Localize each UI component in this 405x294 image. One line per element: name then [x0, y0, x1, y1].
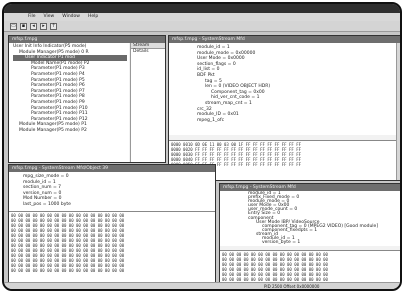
menu-file[interactable]: File	[28, 13, 36, 21]
tree-item[interactable]: mpeg_1_ofc	[197, 118, 393, 124]
app-frame: File View Window Help ▭ ▪ ◂ ▸ ↑ mfsp.f.m…	[2, 2, 402, 291]
tree-pane[interactable]: mpg_size_mode = 0 module_id = 1 section_…	[9, 172, 215, 212]
menu-view[interactable]: View	[44, 13, 55, 21]
forward-icon[interactable]: ▸	[40, 23, 47, 30]
system-stream-window[interactable]: mfsp.f.mpg - SystemStream Mfd module_id …	[168, 35, 400, 181]
scrollbar[interactable]	[396, 43, 400, 180]
tree-item[interactable]: Module Manager(P5 mode) P2	[13, 128, 127, 134]
hex-dump: 00 00 00 00 00 00 00 00 00 00 00 00 00 0…	[220, 250, 400, 283]
details-header: Stream Details	[131, 43, 165, 54]
hex-row: 00 00 00 00 00 00 00 00 00 00 00 00 00 0…	[11, 268, 125, 273]
stream-tree-window[interactable]: mfsp.f.mpg User Init Info Indicator(P5 m…	[8, 35, 166, 163]
hex-dump: 00 00 00 00 00 00 00 00 00 00 00 00 00 0…	[9, 211, 215, 283]
window-title: mfsp.f.mpg - SystemStream Mfd/Object 39	[9, 165, 215, 172]
save-icon[interactable]: ▪	[20, 23, 27, 30]
tree-item[interactable]: last_pos = 1000 byte	[23, 202, 212, 208]
status-bar: PID 2500 Offset 0x0000000	[4, 282, 400, 289]
app-titlebar	[4, 4, 400, 13]
back-icon[interactable]: ◂	[30, 23, 37, 30]
details-pane: Stream Details	[130, 43, 165, 162]
menu-help[interactable]: Help	[88, 13, 98, 21]
toolbar: ▭ ▪ ◂ ▸ ↑	[4, 21, 400, 32]
tree-item[interactable]: version_byte = 1	[248, 240, 398, 245]
tree-pane[interactable]: module_id = 1 prefix_Fixed_mode = 0 modu…	[220, 191, 400, 246]
menu-window[interactable]: Window	[62, 13, 80, 21]
open-icon[interactable]: ▭	[10, 23, 17, 30]
window-title: mfsp.f.mpg - SystemStream Mfd	[220, 184, 400, 191]
stream-detail-window[interactable]: mfsp.f.mpg - SystemStream Mfd module_id …	[219, 183, 400, 284]
tree-pane[interactable]: module_id = 1 module_mode = 0x00000 User…	[169, 43, 396, 135]
window-title: mfsp.f.mpg - SystemStream Mfd	[169, 36, 400, 43]
up-icon[interactable]: ↑	[50, 23, 57, 30]
status-text: PID 2500 Offset 0x0000000	[264, 284, 320, 289]
tree-pane[interactable]: User Init Info Indicator(P5 mode) Module…	[9, 43, 129, 162]
window-title: mfsp.f.mpg	[9, 36, 165, 43]
menu-bar: File View Window Help	[4, 13, 400, 21]
object-window[interactable]: mfsp.f.mpg - SystemStream Mfd/Object 39 …	[8, 164, 216, 284]
